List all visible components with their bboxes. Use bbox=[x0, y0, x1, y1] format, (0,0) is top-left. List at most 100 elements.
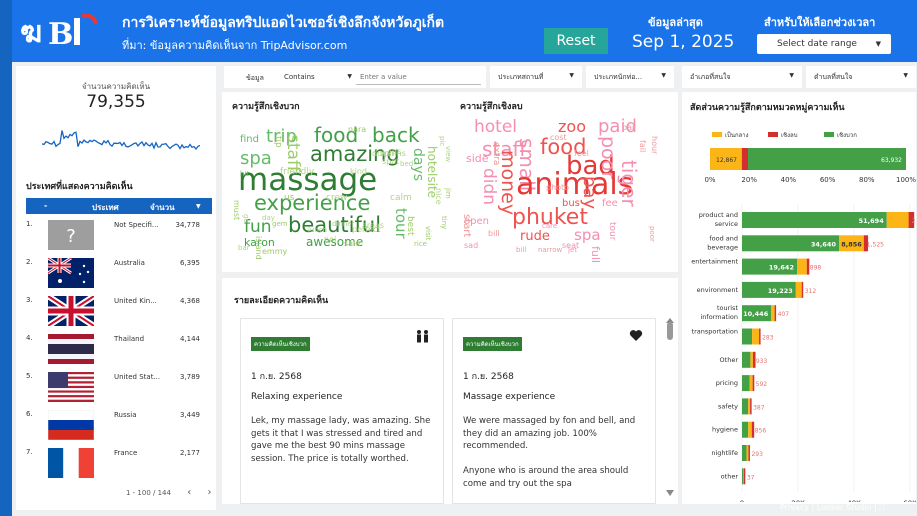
wordcloud-word[interactable]: care bbox=[542, 222, 557, 230]
neutral-bar[interactable] bbox=[752, 328, 760, 345]
neutral-bar[interactable] bbox=[796, 258, 807, 275]
wordcloud-word[interactable]: kind bbox=[350, 167, 367, 176]
wordcloud-word[interactable]: gem bbox=[272, 220, 288, 228]
wordcloud-word[interactable]: side bbox=[466, 152, 489, 165]
wordcloud-word[interactable]: lunch bbox=[308, 226, 327, 234]
negative-bar[interactable] bbox=[774, 305, 777, 322]
wordcloud-word[interactable]: spot bbox=[382, 157, 399, 166]
wordcloud-word[interactable]: jim bbox=[444, 187, 452, 199]
date-range-select[interactable]: Select date range ▼ bbox=[757, 34, 891, 54]
wordcloud-word[interactable]: tiny bbox=[440, 216, 448, 229]
negative-bar[interactable] bbox=[759, 328, 761, 345]
wordcloud-word[interactable]: best bbox=[405, 216, 415, 236]
district-dropdown[interactable]: อำเภอที่สนใจ ▼ bbox=[682, 66, 802, 88]
wordcloud-word[interactable]: visit bbox=[424, 226, 432, 241]
review-trend-sparkline[interactable] bbox=[42, 124, 200, 158]
wordcloud-word[interactable]: go bbox=[242, 214, 250, 223]
wordcloud-word[interactable]: hour bbox=[650, 136, 659, 155]
wordcloud-word[interactable]: bus bbox=[562, 198, 580, 209]
wordcloud-word[interactable]: tip bbox=[273, 136, 283, 148]
positive-bar[interactable] bbox=[742, 328, 753, 345]
wordcloud-word[interactable]: tour bbox=[607, 222, 617, 241]
wordcloud-word[interactable]: find bbox=[240, 134, 259, 145]
wordcloud-word[interactable]: us bbox=[284, 193, 295, 203]
wordcloud-word[interactable]: jet bbox=[567, 246, 577, 254]
table-row[interactable]: 1.? Not Specifi... 34,778 bbox=[26, 218, 212, 252]
wordcloud-word[interactable]: friendly bbox=[280, 167, 315, 177]
negative-wordcloud[interactable]: hotel zoo paidstaff foodbadsmall pooranimals… bbox=[462, 116, 672, 266]
reviews-scrollbar[interactable] bbox=[666, 318, 674, 498]
wordcloud-word[interactable]: didn bbox=[479, 168, 499, 205]
wordcloud-word[interactable]: hit bbox=[240, 170, 249, 178]
sort-desc-icon[interactable]: ▼ bbox=[196, 203, 201, 210]
pager-prev-icon[interactable]: ‹ bbox=[187, 487, 191, 498]
review-card[interactable]: ความคิดเห็นเชิงบวก 1 ก.ย. 2568 Massage e… bbox=[452, 318, 656, 504]
wordcloud-word[interactable]: photo bbox=[546, 183, 569, 192]
wordcloud-word[interactable]: crew bbox=[326, 193, 347, 203]
wordcloud-word[interactable]: emmy bbox=[262, 247, 288, 256]
wordcloud-word[interactable]: nara bbox=[348, 125, 366, 134]
subdistrict-dropdown[interactable]: ตำบลที่สนใจ ▼ bbox=[806, 66, 916, 88]
wordcloud-word[interactable]: bar bbox=[622, 123, 636, 132]
positive-bar[interactable] bbox=[742, 398, 749, 415]
wordcloud-word[interactable]: must bbox=[232, 200, 241, 220]
neutral-bar[interactable] bbox=[886, 212, 909, 228]
wordcloud-word[interactable]: bill bbox=[516, 246, 526, 254]
scroll-thumb[interactable] bbox=[667, 322, 673, 340]
tourist-type-dropdown[interactable]: ประเภทนักท่อ... ▼ bbox=[586, 66, 674, 88]
neutral-bar[interactable] bbox=[748, 421, 752, 438]
wordcloud-word[interactable]: narrow bbox=[538, 246, 562, 254]
neutral-bar[interactable] bbox=[750, 351, 753, 368]
col-country[interactable]: ประเทศ bbox=[92, 201, 119, 214]
privacy-link[interactable]: Privacy bbox=[780, 503, 809, 512]
wordcloud-word[interactable]: experience bbox=[254, 191, 370, 215]
wordcloud-word[interactable]: dinner bbox=[332, 220, 355, 228]
wordcloud-word[interactable]: nice bbox=[434, 188, 443, 205]
positive-bar[interactable] bbox=[742, 375, 750, 392]
text-filter-input[interactable] bbox=[356, 69, 481, 85]
positive-bar[interactable] bbox=[742, 351, 751, 368]
wordcloud-word[interactable]: rice bbox=[414, 240, 427, 248]
wordcloud-word[interactable]: island bbox=[254, 236, 263, 260]
wordcloud-word[interactable]: bed bbox=[400, 160, 413, 168]
wordcloud-word[interactable]: pay bbox=[579, 176, 600, 209]
wordcloud-word[interactable]: bill bbox=[488, 229, 500, 238]
wordcloud-word[interactable]: fee bbox=[602, 198, 618, 209]
place-type-dropdown[interactable]: ประเภทสถานที่ ▼ bbox=[490, 66, 582, 88]
positive-bar[interactable] bbox=[742, 468, 744, 485]
wordcloud-word[interactable]: pic bbox=[438, 136, 446, 146]
col-count[interactable]: จำนวน bbox=[150, 201, 175, 214]
wordcloud-word[interactable]: areas bbox=[362, 221, 384, 230]
positive-bar[interactable] bbox=[742, 421, 749, 438]
wordcloud-word[interactable]: extra bbox=[491, 142, 501, 165]
neutral-bar[interactable] bbox=[746, 445, 749, 461]
negative-bar[interactable] bbox=[750, 398, 752, 415]
wordcloud-word[interactable]: dolphins bbox=[372, 149, 406, 158]
neutral-bar[interactable] bbox=[748, 398, 751, 415]
neutral-bar[interactable] bbox=[749, 375, 753, 392]
sentiment-chart[interactable]: เป็นกลาง เชิงลบ เชิงบวก 12,867 63,932 0% 20% 40… bbox=[682, 122, 916, 502]
wordcloud-word[interactable]: view bbox=[444, 146, 452, 162]
wordcloud-word[interactable]: sad bbox=[464, 241, 478, 250]
fullscreen-icon[interactable]: ⛶ bbox=[879, 503, 885, 512]
wordcloud-word[interactable]: calm bbox=[390, 193, 412, 203]
wordcloud-word[interactable]: noi bbox=[324, 235, 336, 244]
wordcloud-word[interactable]: poor bbox=[648, 226, 656, 242]
neutral-bar[interactable] bbox=[771, 305, 775, 322]
wordcloud-word[interactable]: bar bbox=[238, 244, 250, 252]
wordcloud-word[interactable]: start bbox=[462, 214, 472, 237]
positive-bar[interactable] bbox=[742, 445, 747, 461]
wordcloud-word[interactable]: fail bbox=[638, 140, 647, 152]
wordcloud-word[interactable]: feel bbox=[574, 149, 589, 158]
negative-bar[interactable] bbox=[752, 375, 755, 392]
wordcloud-word[interactable]: tiger bbox=[617, 160, 641, 207]
negative-bar[interactable] bbox=[748, 445, 750, 461]
negative-bar[interactable] bbox=[801, 281, 804, 298]
wordcloud-word[interactable]: full bbox=[589, 246, 602, 263]
wordcloud-word[interactable]: sale bbox=[344, 239, 360, 248]
review-card[interactable]: ความคิดเห็นเชิงบวก 1 ก.ย. 2568 Relaxing … bbox=[240, 318, 444, 504]
scroll-down-icon[interactable] bbox=[666, 490, 674, 496]
negative-bar[interactable] bbox=[743, 468, 746, 485]
overall-negative-bar[interactable] bbox=[741, 148, 749, 170]
wordcloud-word[interactable]: cost bbox=[550, 133, 567, 142]
